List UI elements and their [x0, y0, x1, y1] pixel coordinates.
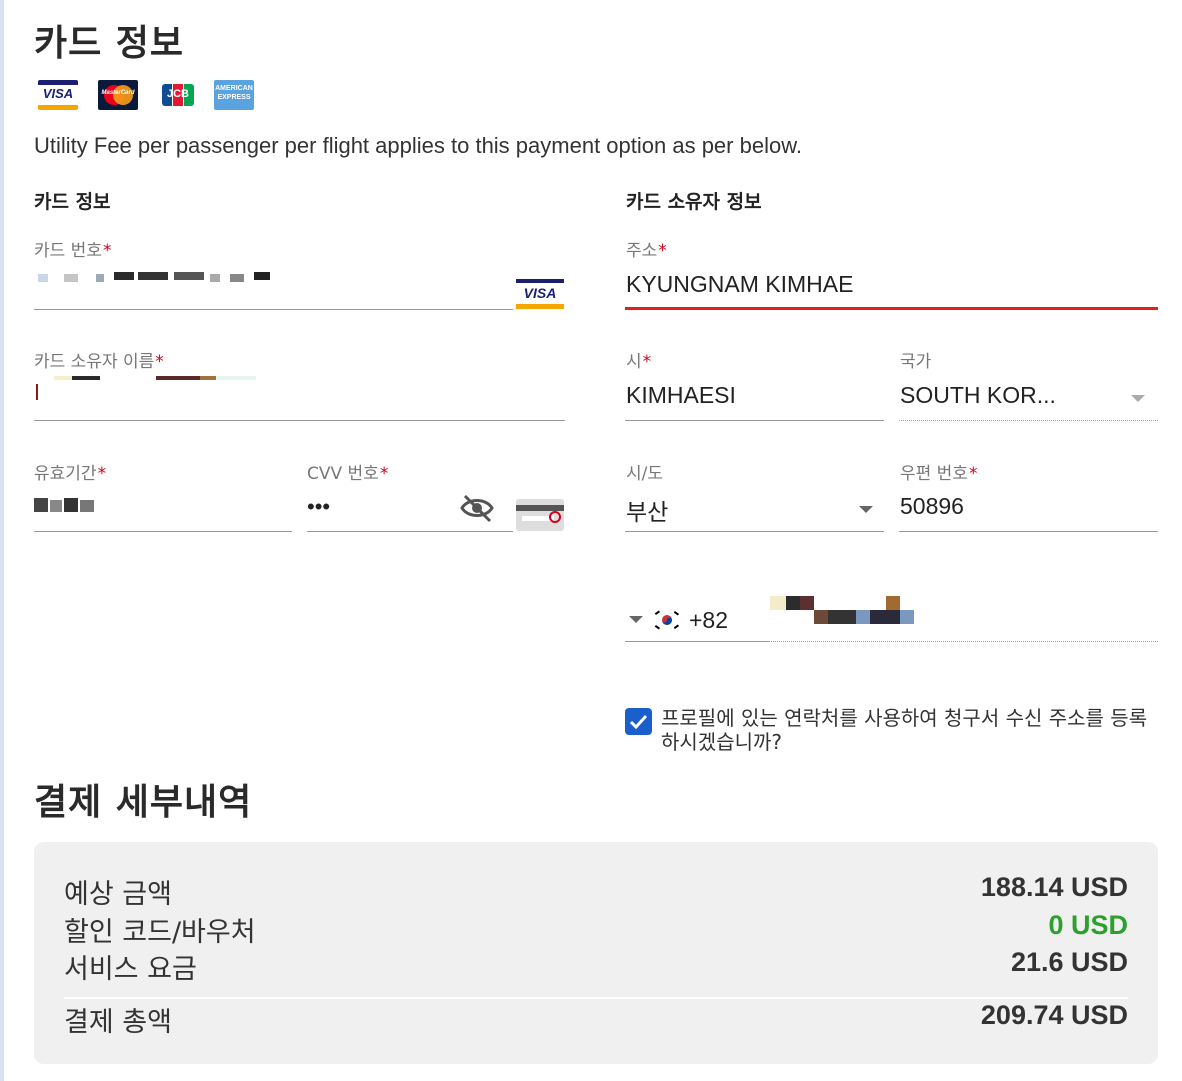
page-title: 카드 정보	[34, 23, 185, 64]
service-fee-label: 서비스 요금	[64, 954, 197, 985]
use-profile-checkbox[interactable]	[625, 708, 652, 735]
payment-summary-panel: 예상 금액 188.14 USD 할인 코드/바우처 0 USD 서비스 요금 …	[34, 842, 1158, 1064]
phone-number-field[interactable]	[770, 594, 920, 624]
country-underline	[899, 420, 1158, 421]
country-select[interactable]: SOUTH KOR...	[900, 382, 1056, 409]
utility-fee-note: Utility Fee per passenger per flight app…	[34, 133, 802, 158]
holder-name-label: 카드 소유자 이름*	[34, 352, 164, 372]
country-chevron-down-icon[interactable]	[1131, 395, 1145, 402]
jcb-logo: JCB	[158, 80, 198, 110]
left-edge-bar	[0, 0, 4, 1081]
province-chevron-down-icon[interactable]	[859, 506, 873, 513]
phone-country-chevron-down-icon[interactable]	[629, 616, 643, 623]
visa-card-type-icon: VISA	[516, 279, 564, 309]
visa-logo: VISA	[38, 80, 78, 110]
country-label: 국가	[900, 352, 932, 372]
phone-number-underline	[768, 641, 1158, 642]
total-label: 결제 총액	[64, 1007, 172, 1038]
summary-divider	[64, 997, 1128, 999]
mastercard-logo: MasterCard	[98, 80, 138, 110]
hide-password-icon[interactable]	[459, 493, 495, 523]
address-label: 주소*	[626, 241, 667, 261]
estimated-amount-value: 188.14 USD	[980, 872, 1128, 902]
total-value: 209.74 USD	[980, 1000, 1128, 1030]
postal-field[interactable]: 50896	[900, 493, 964, 520]
discount-code-label: 할인 코드/바우처	[64, 917, 256, 948]
holder-name-field[interactable]	[34, 376, 294, 402]
expiry-label: 유효기간*	[34, 464, 107, 484]
address-error-underline	[625, 307, 1158, 310]
card-number-field[interactable]	[34, 268, 314, 290]
card-number-label: 카드 번호*	[34, 241, 112, 261]
cvv-field[interactable]: •••	[307, 494, 330, 520]
province-label: 시/도	[626, 464, 664, 484]
discount-code-value: 0 USD	[1048, 910, 1128, 940]
city-label: 시*	[626, 352, 652, 372]
city-field[interactable]: KIMHAESI	[626, 382, 736, 409]
postal-underline	[899, 531, 1158, 532]
payment-details-title: 결제 세부내역	[34, 782, 253, 823]
expiry-field[interactable]	[34, 496, 104, 516]
address-field[interactable]: KYUNGNAM KIMHAE	[626, 271, 853, 298]
card-info-heading: 카드 정보	[34, 191, 111, 213]
cvv-label: CVV 번호*	[307, 464, 389, 484]
expiry-underline	[34, 531, 292, 532]
cvv-underline	[307, 531, 513, 532]
province-underline	[625, 531, 884, 532]
service-fee-value: 21.6 USD	[1010, 947, 1128, 977]
korea-flag-icon	[653, 608, 681, 632]
card-number-underline	[34, 309, 513, 310]
estimated-amount-label: 예상 금액	[64, 879, 172, 910]
city-underline	[625, 420, 884, 421]
province-select[interactable]: 부산	[626, 493, 668, 527]
holder-info-heading: 카드 소유자 정보	[626, 191, 762, 213]
cvv-card-icon	[516, 499, 564, 531]
phone-country-code[interactable]: +82	[689, 607, 728, 634]
phone-code-underline	[625, 641, 768, 642]
postal-label: 우편 번호*	[900, 464, 978, 484]
amex-logo: AMERICAN EXPRESS	[214, 80, 254, 110]
use-profile-label: 프로필에 있는 연락처를 사용하여 청구서 수신 주소를 등록하시겠습니까?	[661, 706, 1148, 754]
holder-name-underline	[34, 420, 565, 421]
